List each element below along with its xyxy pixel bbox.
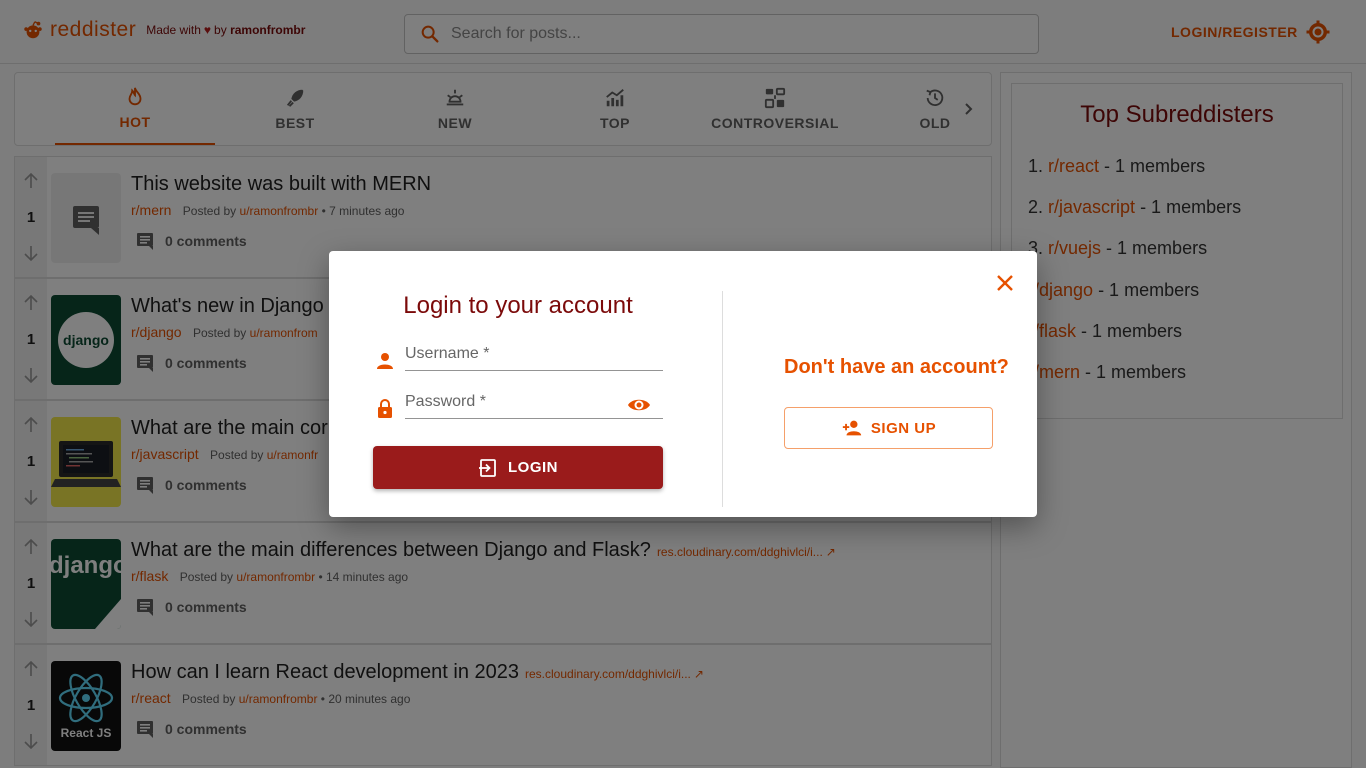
username-placeholder: Username * <box>405 345 490 362</box>
password-input[interactable]: Password * <box>405 391 663 419</box>
login-icon <box>479 458 496 477</box>
login-dialog: Login to your account Username * Passwor… <box>329 251 1037 517</box>
login-button-label: LOGIN <box>508 459 558 476</box>
sign-up-button[interactable]: SIGN UP <box>784 407 993 449</box>
no-account-text: Don't have an account? <box>784 356 1009 378</box>
username-field[interactable]: Username * <box>373 343 663 377</box>
show-password-icon[interactable] <box>627 393 651 417</box>
person-icon <box>377 353 393 369</box>
password-placeholder: Password * <box>405 393 486 410</box>
person-add-icon <box>842 420 862 436</box>
close-icon[interactable] <box>993 271 1017 295</box>
sign-up-label: SIGN UP <box>870 419 937 437</box>
username-input[interactable]: Username * <box>405 343 663 371</box>
login-form: Login to your account Username * Passwor… <box>373 251 663 517</box>
lock-icon <box>378 399 392 418</box>
dialog-divider <box>722 291 723 507</box>
login-heading: Login to your account <box>403 292 633 319</box>
login-button[interactable]: LOGIN <box>373 446 663 489</box>
password-field[interactable]: Password * <box>373 391 663 425</box>
